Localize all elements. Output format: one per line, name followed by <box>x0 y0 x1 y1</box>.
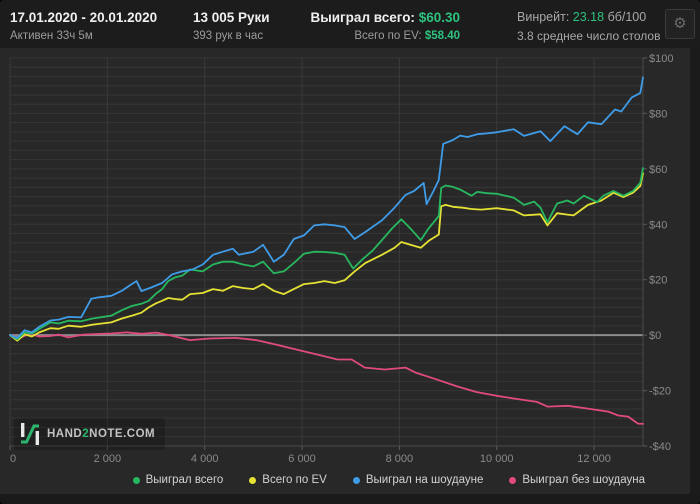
y-tick-label: $100 <box>649 53 673 65</box>
legend-label: Всего по EV <box>262 474 327 486</box>
x-tick-label: 6 000 <box>288 453 316 465</box>
y-tick-label: $0 <box>649 330 661 342</box>
y-tick-label: $60 <box>649 164 667 176</box>
hands-per-hour: 393 рук в час <box>193 30 264 43</box>
hand2note-logo: HAND2NOTE.COM <box>14 418 166 450</box>
legend-dot-icon <box>509 476 517 484</box>
series-line <box>9 167 644 341</box>
y-tick-label: $20 <box>649 275 667 287</box>
legend-dot-icon <box>249 476 257 484</box>
y-tick-label: -$20 <box>649 386 671 398</box>
hand2note-logo-text: HAND2NOTE.COM <box>47 428 156 440</box>
right-margin-strip <box>690 0 700 504</box>
x-tick-label: 8 000 <box>386 453 414 465</box>
active-time: Активен 33ч 5м <box>10 30 93 43</box>
x-tick-label: 2 000 <box>94 453 122 465</box>
hand2note-report-window: 17.01.2020 - 20.01.2020 Активен 33ч 5м 1… <box>0 0 700 504</box>
avg-tables: 3.8 среднее число столов <box>517 28 661 43</box>
stats-header: 17.01.2020 - 20.01.2020 Активен 33ч 5м 1… <box>0 0 700 48</box>
series-line <box>9 331 644 425</box>
winrate-value: 23.18 <box>572 10 605 24</box>
y-tick-label: -$40 <box>649 441 671 453</box>
legend-item[interactable]: Выиграл всего <box>132 474 224 486</box>
date-range: 17.01.2020 - 20.01.2020 <box>10 10 158 25</box>
legend-label: Выиграл без шоудауна <box>522 474 645 486</box>
legend-item[interactable]: Выиграл без шоудауна <box>509 474 645 486</box>
y-tick-label: $40 <box>649 219 667 231</box>
footer-strip <box>0 494 700 504</box>
series-line <box>9 172 644 342</box>
ev-total-value: $58.40 <box>424 30 460 43</box>
legend-label: Выиграл на шоудауне <box>365 474 484 486</box>
hand2note-logo-icon <box>21 423 39 445</box>
legend-item[interactable]: Выиграл на шоудауне <box>352 474 484 486</box>
x-tick-label: 0 <box>10 453 16 465</box>
won-total: Выиграл всего: $60.30 <box>310 10 460 25</box>
ev-total: Всего по EV: $58.40 <box>354 30 460 43</box>
winrate: Винрейт: 23.18 бб/100 <box>517 10 647 24</box>
settings-button[interactable]: ⚙ <box>665 9 695 39</box>
y-tick-label: $80 <box>649 108 667 120</box>
legend-label: Выиграл всего <box>145 474 224 486</box>
legend-dot-icon <box>132 476 140 484</box>
x-tick-label: 4 000 <box>191 453 219 465</box>
hands-total: 13 005 Руки <box>193 10 270 25</box>
series-line <box>9 76 644 339</box>
legend-item[interactable]: Всего по EV <box>249 474 327 486</box>
chart-legend: Выиграл всего Всего по EV Выиграл на шоуда… <box>0 474 645 486</box>
legend-dot-icon <box>352 476 360 484</box>
x-tick-label: 10 000 <box>480 453 514 465</box>
gear-icon: ⚙ <box>673 15 687 32</box>
won-total-value: $60.30 <box>418 10 460 25</box>
x-tick-label: 12 000 <box>577 453 611 465</box>
